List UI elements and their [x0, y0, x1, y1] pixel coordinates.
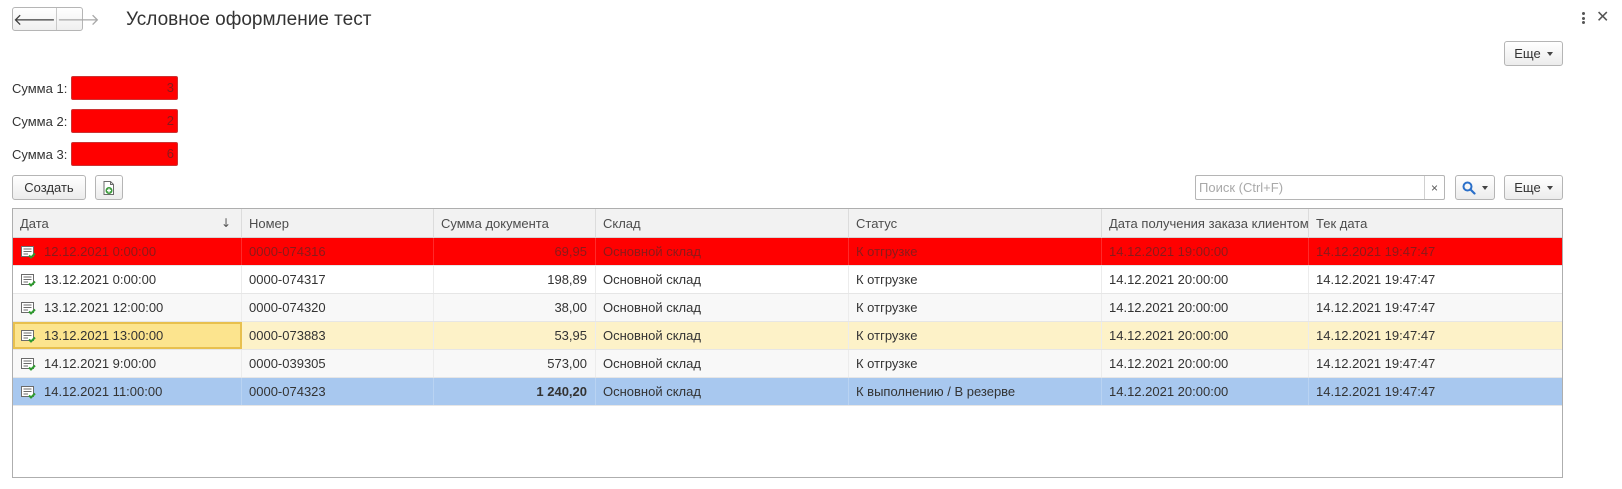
page-title: Условное оформление тест — [126, 9, 372, 30]
table-row[interactable]: 14.12.2021 11:00:00 0000-074323 1 240,20… — [13, 378, 1562, 406]
sum-2-row: Сумма 2: 2 — [12, 109, 178, 133]
cell-status: К отгрузке — [849, 266, 1102, 293]
cell-warehouse: Основной склад — [596, 322, 849, 349]
chevron-down-icon — [1482, 185, 1488, 190]
column-header-current-date[interactable]: Тек дата — [1309, 209, 1562, 238]
search-placeholder: Поиск (Ctrl+F) — [1199, 180, 1284, 195]
chevron-down-icon — [1546, 185, 1553, 190]
close-icon[interactable]: ✕ — [1596, 7, 1609, 26]
cell-status: К выполнению / В резерве — [849, 378, 1102, 405]
cell-number: 0000-074323 — [242, 378, 434, 405]
cell-date: 13.12.2021 0:00:00 — [13, 266, 242, 293]
cell-current-date: 14.12.2021 19:47:47 — [1316, 244, 1436, 259]
cell-date: 12.12.2021 0:00:00 — [13, 238, 242, 265]
cell-warehouse: Основной склад — [596, 266, 849, 293]
document-posted-icon — [21, 329, 36, 343]
cell-warehouse: Основной склад — [596, 378, 849, 405]
search-options-button[interactable] — [1455, 175, 1495, 200]
cell-number: 0000-039305 — [242, 350, 434, 377]
cell-received-date: 14.12.2021 20:00:00 — [1102, 294, 1309, 321]
cell-current-date: 14.12.2021 19:47:47 — [1316, 300, 1436, 315]
sum-1-row: Сумма 1: 3 — [12, 76, 178, 100]
add-from-file-button[interactable] — [95, 175, 123, 200]
cell-received-date: 14.12.2021 20:00:00 — [1102, 350, 1309, 377]
column-header-date[interactable]: Дата ↓ — [13, 209, 242, 238]
table-row[interactable]: 14.12.2021 9:00:00 0000-039305 573,00 Ос… — [13, 350, 1562, 378]
search-icon — [1462, 181, 1476, 195]
arrow-left-icon: 🡐 — [13, 10, 56, 29]
cell-number: 0000-074316 — [242, 238, 434, 265]
cell-number: 0000-073883 — [242, 322, 434, 349]
cell-date: 14.12.2021 11:00:00 — [13, 378, 242, 405]
cell-sum: 38,00 — [434, 294, 596, 321]
create-button[interactable]: Создать — [12, 175, 86, 200]
cell-sum: 198,89 — [434, 266, 596, 293]
cell-date: 13.12.2021 12:00:00 — [13, 294, 242, 321]
chevron-down-icon — [1546, 51, 1553, 56]
sum-3-row: Сумма 3: 6 — [12, 142, 178, 166]
cell-current-date: 14.12.2021 19:47:47 — [1316, 384, 1436, 399]
sort-descending-icon: ↓ — [220, 216, 231, 230]
orders-table[interactable]: Дата ↓ Номер Сумма документа Склад Стату… — [12, 208, 1563, 478]
form-more-label: Еще — [1514, 46, 1541, 61]
navigation-buttons: 🡐 🡒 — [12, 7, 100, 31]
cell-date: 13.12.2021 13:00:00 — [13, 322, 242, 349]
cell-status: К отгрузке — [849, 322, 1102, 349]
cell-status: К отгрузке — [849, 350, 1102, 377]
cell-sum: 1 240,20 — [434, 378, 596, 405]
more-vertical-icon[interactable] — [1577, 10, 1589, 26]
sum-3-label: Сумма 3: — [12, 146, 68, 162]
cell-warehouse: Основной склад — [596, 350, 849, 377]
document-posted-icon — [21, 301, 36, 315]
cell-sum: 53,95 — [434, 322, 596, 349]
sum-2-label: Сумма 2: — [12, 113, 68, 129]
cell-date: 14.12.2021 9:00:00 — [13, 350, 242, 377]
back-button[interactable]: 🡐 — [13, 8, 57, 30]
document-posted-icon — [21, 273, 36, 287]
cell-status: К отгрузке — [849, 238, 1102, 265]
sum-1-label: Сумма 1: — [12, 80, 68, 96]
cell-received-date: 14.12.2021 20:00:00 — [1102, 322, 1309, 349]
table-row[interactable]: 13.12.2021 13:00:00 0000-073883 53,95 Ос… — [13, 322, 1562, 350]
cell-number: 0000-074320 — [242, 294, 434, 321]
column-header-number[interactable]: Номер — [242, 209, 434, 238]
cell-current-date: 14.12.2021 19:47:47 — [1316, 356, 1436, 371]
cell-received-date: 14.12.2021 20:00:00 — [1102, 378, 1309, 405]
column-header-sum[interactable]: Сумма документа — [434, 209, 596, 238]
clear-search-icon[interactable]: × — [1424, 176, 1444, 199]
column-header-received-date[interactable]: Дата получения заказа клиентом — [1102, 209, 1309, 238]
table-header: Дата ↓ Номер Сумма документа Склад Стату… — [13, 209, 1562, 238]
document-posted-icon — [21, 245, 36, 259]
cell-sum: 69,95 — [434, 238, 596, 265]
cell-status: К отгрузке — [849, 294, 1102, 321]
document-add-icon — [103, 180, 114, 195]
search-input[interactable]: Поиск (Ctrl+F) × — [1195, 175, 1445, 200]
list-more-label: Еще — [1514, 180, 1541, 195]
cell-received-date: 14.12.2021 19:00:00 — [1102, 238, 1309, 265]
create-button-label: Создать — [24, 180, 74, 195]
table-row[interactable]: 13.12.2021 0:00:00 0000-074317 198,89 Ос… — [13, 266, 1562, 294]
sum-1-field[interactable]: 3 — [71, 76, 178, 100]
cell-current-date: 14.12.2021 19:47:47 — [1316, 272, 1436, 287]
table-row[interactable]: 13.12.2021 12:00:00 0000-074320 38,00 Ос… — [13, 294, 1562, 322]
column-header-warehouse[interactable]: Склад — [596, 209, 849, 238]
form-more-button[interactable]: Еще — [1504, 41, 1563, 66]
sum-3-field[interactable]: 6 — [71, 142, 178, 166]
cell-current-date: 14.12.2021 19:47:47 — [1316, 328, 1436, 343]
list-more-button[interactable]: Еще — [1504, 175, 1563, 200]
document-posted-icon — [21, 357, 36, 371]
sum-2-field[interactable]: 2 — [71, 109, 178, 133]
cell-sum: 573,00 — [434, 350, 596, 377]
table-body: 12.12.2021 0:00:00 0000-074316 69,95 Осн… — [13, 238, 1562, 406]
document-posted-icon — [21, 385, 36, 399]
forward-button[interactable]: 🡒 — [57, 8, 100, 30]
cell-received-date: 14.12.2021 20:00:00 — [1102, 266, 1309, 293]
table-row[interactable]: 12.12.2021 0:00:00 0000-074316 69,95 Осн… — [13, 238, 1562, 266]
cell-warehouse: Основной склад — [596, 294, 849, 321]
cell-warehouse: Основной склад — [596, 238, 849, 265]
arrow-right-icon: 🡒 — [56, 10, 100, 29]
cell-number: 0000-074317 — [242, 266, 434, 293]
column-header-status[interactable]: Статус — [849, 209, 1102, 238]
